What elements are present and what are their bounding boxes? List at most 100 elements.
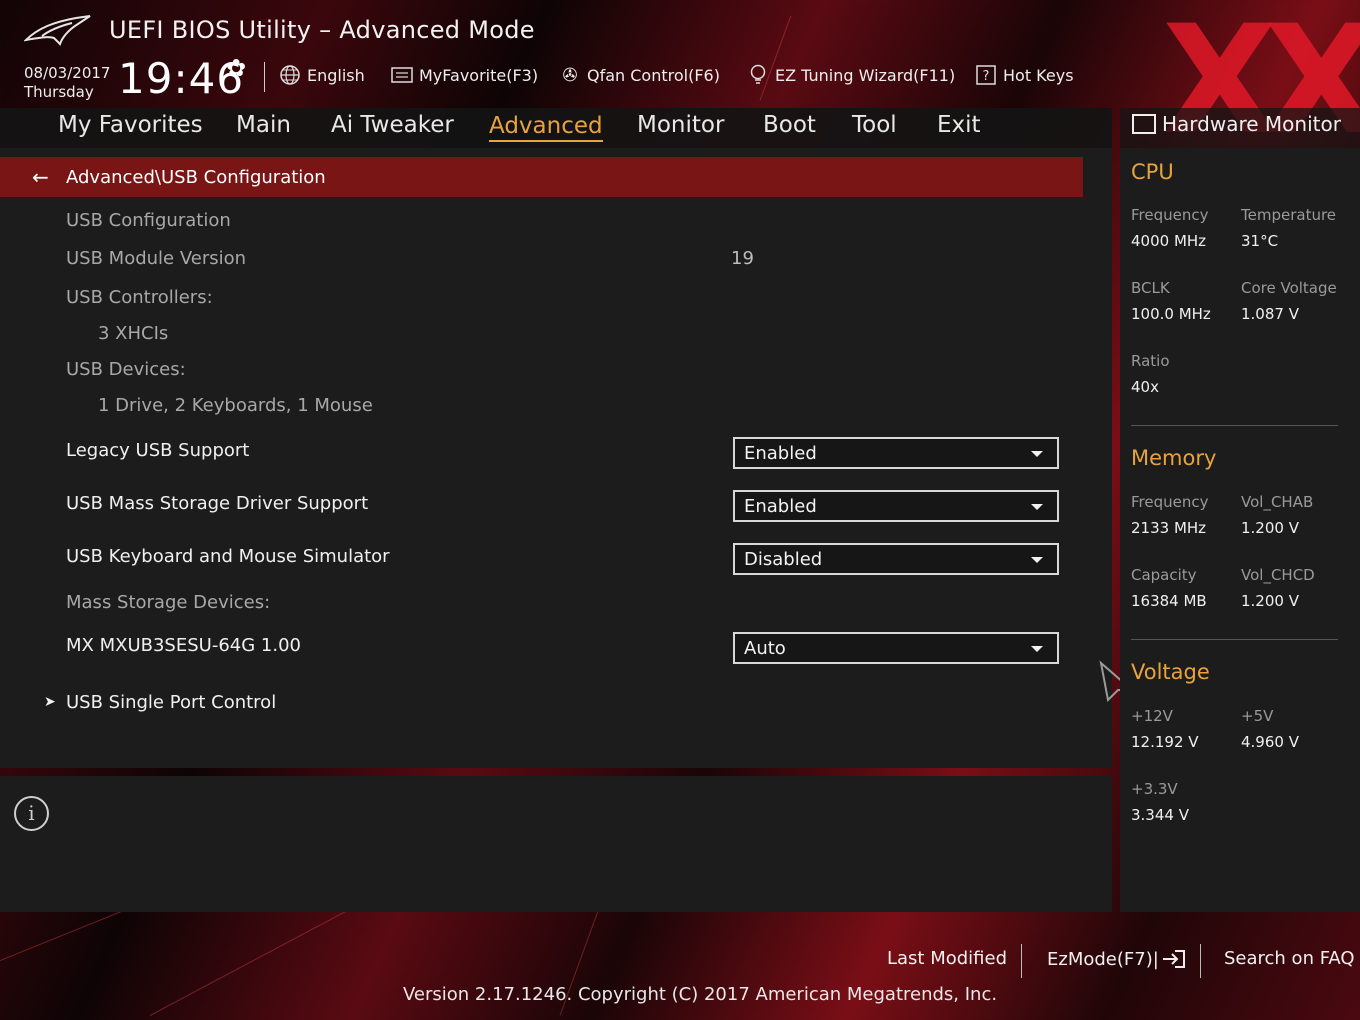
legacy-usb-support-value: Enabled xyxy=(744,442,817,464)
version-text: Version 2.17.1246. Copyright (C) 2017 Am… xyxy=(403,984,998,1005)
tab-boot[interactable]: Boot xyxy=(763,112,816,138)
usb-single-port-control-link[interactable]: USB Single Port Control xyxy=(66,692,276,713)
v33-label: +3.3V xyxy=(1131,780,1178,798)
language-label: English xyxy=(307,65,365,85)
qfan-control-button[interactable]: ✇ Qfan Control(F6) xyxy=(558,62,720,88)
dropdown-caret-icon xyxy=(1031,646,1043,652)
capacity-label: Capacity xyxy=(1131,566,1197,584)
hardware-monitor-title: Hardware Monitor xyxy=(1132,112,1341,136)
favorite-list-icon xyxy=(391,67,413,83)
v5-label: +5V xyxy=(1241,707,1274,725)
ez-tuning-label: EZ Tuning Wizard(F11) xyxy=(775,65,956,85)
ratio-value: 40x xyxy=(1131,378,1159,396)
cpu-heading: CPU xyxy=(1131,160,1174,184)
usb-module-version-value: 19 xyxy=(731,248,754,269)
date-display: 08/03/2017 Thursday xyxy=(24,64,110,102)
capacity-value: 16384 MB xyxy=(1131,592,1207,610)
hot-keys-label: Hot Keys xyxy=(1003,65,1074,85)
gear-icon[interactable]: ✿ xyxy=(226,54,246,82)
settings-panel: ← Advanced\USB Configuration USB Configu… xyxy=(0,148,1112,768)
footer-divider xyxy=(1200,944,1201,978)
tab-exit[interactable]: Exit xyxy=(937,112,981,138)
bclk-value: 100.0 MHz xyxy=(1131,305,1211,323)
vol-chcd-value: 1.200 V xyxy=(1241,592,1299,610)
cpu-frequency-value: 4000 MHz xyxy=(1131,232,1207,250)
core-voltage-label: Core Voltage xyxy=(1241,279,1337,297)
usb-controllers-label: USB Controllers: xyxy=(66,287,213,308)
dropdown-caret-icon xyxy=(1031,451,1043,457)
vol-chab-label: Vol_CHAB xyxy=(1241,493,1314,511)
v33-value: 3.344 V xyxy=(1131,806,1189,824)
lightbulb-icon xyxy=(750,64,766,84)
vol-chab-value: 1.200 V xyxy=(1241,519,1299,537)
fan-icon: ✇ xyxy=(562,64,578,86)
keyboard-mouse-simulator-select[interactable]: Disabled xyxy=(733,543,1059,575)
section-divider xyxy=(1131,425,1338,426)
usb-devices-label: USB Devices: xyxy=(66,359,186,380)
rog-logo-icon xyxy=(24,15,91,46)
weekday-value: Thursday xyxy=(24,83,94,101)
language-button[interactable]: English xyxy=(278,62,365,88)
header-divider xyxy=(264,62,265,92)
tab-ai-tweaker[interactable]: Ai Tweaker xyxy=(331,112,454,138)
my-favorite-button[interactable]: MyFavorite(F3) xyxy=(390,62,538,88)
mass-storage-devices-label: Mass Storage Devices: xyxy=(66,592,271,613)
storage-device-label: MX MXUB3SESU-64G 1.00 xyxy=(66,635,301,656)
storage-device-value: Auto xyxy=(744,637,786,659)
qfan-label: Qfan Control(F6) xyxy=(587,65,720,85)
hot-keys-button[interactable]: ? Hot Keys xyxy=(974,62,1074,88)
hardware-monitor-title-text: Hardware Monitor xyxy=(1162,112,1341,136)
app-title: UEFI BIOS Utility – Advanced Mode xyxy=(109,16,535,44)
tab-tool[interactable]: Tool xyxy=(852,112,897,138)
cpu-temperature-value: 31°C xyxy=(1241,232,1279,250)
memory-frequency-value: 2133 MHz xyxy=(1131,519,1207,537)
usb-controllers-value: 3 XHCIs xyxy=(98,323,169,344)
ezmode-label: EzMode(F7)| xyxy=(1047,948,1159,970)
core-voltage-value: 1.087 V xyxy=(1241,305,1299,323)
legacy-usb-support-label: Legacy USB Support xyxy=(66,440,250,461)
breadcrumb: ← Advanced\USB Configuration xyxy=(0,157,1083,197)
my-favorite-label: MyFavorite(F3) xyxy=(419,65,539,85)
dropdown-caret-icon xyxy=(1031,557,1043,563)
last-modified-button[interactable]: Last Modified xyxy=(887,948,1007,969)
tab-main[interactable]: Main xyxy=(236,112,291,138)
ezmode-button[interactable]: EzMode(F7)| xyxy=(1047,948,1187,970)
header-bar: UEFI BIOS Utility – Advanced Mode 08/03/… xyxy=(0,0,1360,108)
footer-divider xyxy=(1021,944,1022,978)
usb-configuration-heading: USB Configuration xyxy=(66,210,231,231)
help-info-panel: i xyxy=(0,776,1112,912)
main-menu-bar: My Favorites Main Ai Tweaker Advanced Mo… xyxy=(0,108,1112,148)
search-faq-button[interactable]: Search on FAQ xyxy=(1224,948,1355,969)
voltage-heading: Voltage xyxy=(1131,660,1210,684)
ez-tuning-wizard-button[interactable]: EZ Tuning Wizard(F11) xyxy=(746,62,955,88)
ratio-label: Ratio xyxy=(1131,352,1170,370)
mass-storage-driver-label: USB Mass Storage Driver Support xyxy=(66,493,369,514)
mass-storage-driver-value: Enabled xyxy=(744,495,817,517)
cpu-frequency-label: Frequency xyxy=(1131,206,1209,224)
info-icon: i xyxy=(14,796,49,831)
usb-devices-value: 1 Drive, 2 Keyboards, 1 Mouse xyxy=(98,395,373,416)
v12-value: 12.192 V xyxy=(1131,733,1199,751)
cpu-temperature-label: Temperature xyxy=(1241,206,1337,224)
mass-storage-driver-select[interactable]: Enabled xyxy=(733,490,1059,522)
bclk-label: BCLK xyxy=(1131,279,1170,297)
usb-module-version-label: USB Module Version xyxy=(66,248,247,269)
keyboard-mouse-simulator-value: Disabled xyxy=(744,548,823,570)
dropdown-caret-icon xyxy=(1031,504,1043,510)
back-arrow-icon[interactable]: ← xyxy=(32,165,58,189)
tab-monitor[interactable]: Monitor xyxy=(637,112,724,138)
submenu-arrow-icon: ➤ xyxy=(44,694,56,710)
v5-value: 4.960 V xyxy=(1241,733,1299,751)
tab-my-favorites[interactable]: My Favorites xyxy=(58,112,203,138)
section-divider xyxy=(1131,639,1338,640)
breadcrumb-path: Advanced\USB Configuration xyxy=(66,166,326,188)
globe-icon xyxy=(280,65,300,85)
help-box-icon: ? xyxy=(976,65,996,85)
monitor-icon xyxy=(1132,114,1156,134)
memory-heading: Memory xyxy=(1131,446,1217,470)
v12-label: +12V xyxy=(1131,707,1173,725)
legacy-usb-support-select[interactable]: Enabled xyxy=(733,437,1059,469)
storage-device-select[interactable]: Auto xyxy=(733,632,1059,664)
date-value: 08/03/2017 xyxy=(24,64,111,82)
tab-advanced[interactable]: Advanced xyxy=(489,112,603,142)
